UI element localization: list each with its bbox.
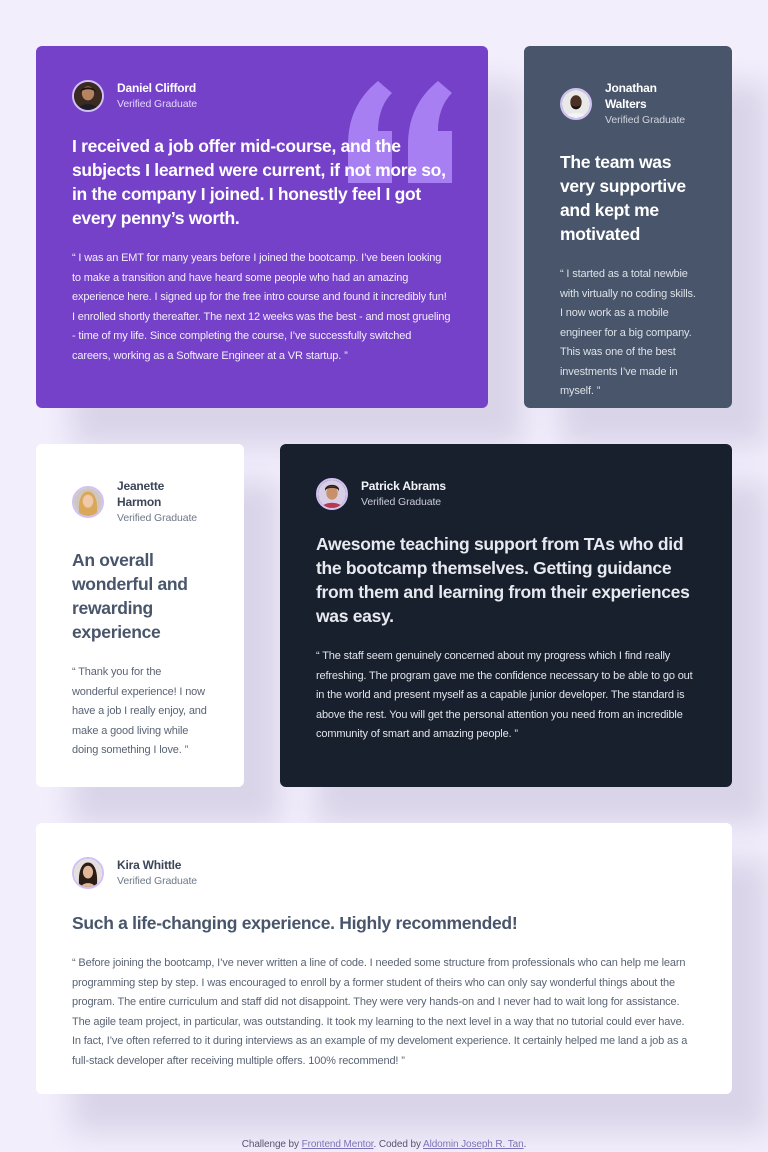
author-info: Patrick Abrams Verified Graduate: [316, 478, 696, 510]
testimonial-headline: The team was very supportive and kept me…: [560, 152, 686, 244]
footer-prefix: Challenge by: [241, 1139, 299, 1150]
author-status: Verified Graduate: [361, 496, 442, 508]
author-info: Jeanette Harmon Verified Graduate: [72, 478, 208, 526]
avatar: [72, 486, 104, 518]
testimonial-quote: “ I started as a total newbie with virtu…: [560, 268, 696, 397]
avatar: [72, 80, 104, 112]
testimonial-headline: I received a job offer mid-course, and t…: [72, 136, 446, 228]
testimonial-quote: “ The staff seem genuinely concerned abo…: [316, 650, 693, 740]
avatar: [316, 478, 348, 510]
author-link[interactable]: Aldomin Joseph R. Tan: [423, 1139, 524, 1150]
testimonial-headline: Such a life-changing experience. Highly …: [72, 913, 518, 933]
footer-middle: . Coded by: [373, 1139, 421, 1150]
footer-suffix: .: [523, 1139, 527, 1150]
avatar: [560, 88, 592, 120]
testimonial-headline: An overall wonderful and rewarding exper…: [72, 550, 188, 642]
author-name: Kira Whittle: [117, 858, 182, 872]
testimonial-card-patrick: Patrick Abrams Verified Graduate Awesome…: [280, 444, 732, 787]
testimonial-card-jeanette: Jeanette Harmon Verified Graduate An ove…: [36, 444, 244, 787]
attribution-footer: Challenge by Frontend Mentor. Coded by A…: [0, 1139, 768, 1150]
testimonial-card-kira: Kira Whittle Verified Graduate Such a li…: [36, 823, 732, 1094]
author-name: Jeanette Harmon: [117, 479, 165, 509]
author-name: Patrick Abrams: [361, 479, 446, 493]
author-status: Verified Graduate: [605, 114, 686, 126]
avatar: [72, 857, 104, 889]
author-name: Daniel Clifford: [117, 81, 197, 95]
testimonial-quote: “ I was an EMT for many years before I j…: [72, 252, 451, 362]
testimonial-card-jonathan: Jonathan Walters Verified Graduate The t…: [524, 46, 732, 408]
testimonial-quote: “ Before joining the bootcamp, I’ve neve…: [72, 957, 688, 1067]
author-status: Verified Graduate: [117, 512, 198, 524]
testimonial-headline: Awesome teaching support from TAs who di…: [316, 534, 690, 626]
author-info: Jonathan Walters Verified Graduate: [560, 80, 696, 128]
author-status: Verified Graduate: [117, 875, 198, 887]
testimonial-quote: “ Thank you for the wonderful experience…: [72, 666, 207, 756]
author-info: Kira Whittle Verified Graduate: [72, 857, 696, 889]
frontend-mentor-link[interactable]: Frontend Mentor: [302, 1139, 374, 1150]
author-status: Verified Graduate: [117, 98, 198, 110]
author-info: Daniel Clifford Verified Graduate: [72, 80, 452, 112]
author-name: Jonathan Walters: [605, 81, 657, 111]
testimonial-card-daniel: Daniel Clifford Verified Graduate I rece…: [36, 46, 488, 408]
